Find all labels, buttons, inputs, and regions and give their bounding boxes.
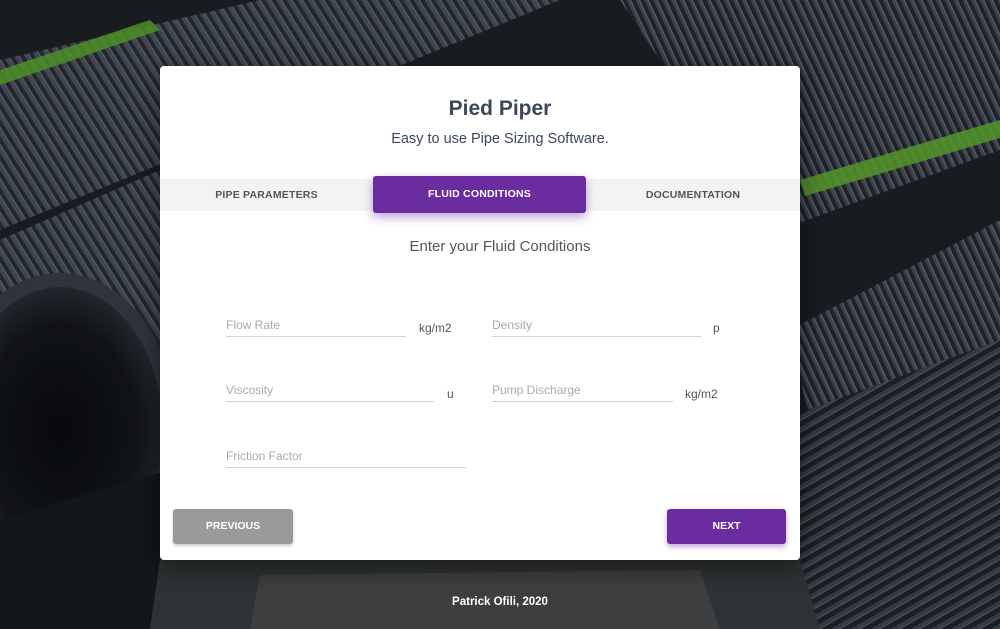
viscosity-input[interactable] <box>226 379 434 401</box>
app-title: Pied Piper <box>448 97 552 120</box>
tab-pipe-parameters[interactable]: PIPE PARAMETERS <box>160 179 373 211</box>
form-heading: Enter your Fluid Conditions <box>409 238 591 255</box>
viscosity-unit: u <box>447 387 454 401</box>
pump-discharge-field <box>492 379 673 402</box>
density-field <box>492 314 701 337</box>
flow-rate-unit: kg/m2 <box>419 321 452 335</box>
previous-button[interactable]: PREVIOUS <box>173 509 293 544</box>
next-button[interactable]: NEXT <box>667 509 786 544</box>
friction-factor-input[interactable] <box>226 445 466 467</box>
density-input[interactable] <box>492 314 701 336</box>
friction-factor-field <box>226 445 466 468</box>
density-unit: p <box>713 321 720 335</box>
tab-fluid-conditions[interactable]: FLUID CONDITIONS <box>373 176 586 213</box>
viscosity-field <box>226 379 434 402</box>
footer-credit: Patrick Ofili, 2020 <box>452 596 548 608</box>
app-subtitle: Easy to use Pipe Sizing Software. <box>391 131 609 147</box>
pump-discharge-input[interactable] <box>492 379 673 401</box>
flow-rate-field <box>226 314 406 337</box>
tab-documentation[interactable]: DOCUMENTATION <box>586 179 800 211</box>
pump-discharge-unit: kg/m2 <box>685 387 718 401</box>
flow-rate-input[interactable] <box>226 314 406 336</box>
